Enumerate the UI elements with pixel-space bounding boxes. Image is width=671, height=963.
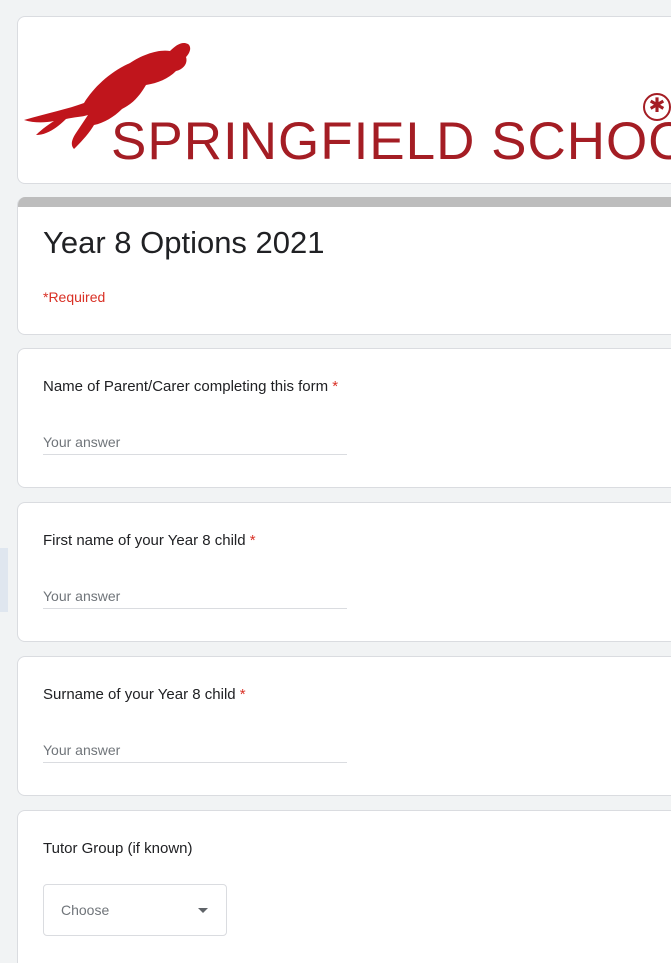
question-label: First name of your Year 8 child * <box>43 532 256 549</box>
child-first-name-input[interactable] <box>43 583 347 609</box>
required-asterisk: * <box>332 378 339 395</box>
question-label: Surname of your Year 8 child * <box>43 686 246 703</box>
required-asterisk: * <box>239 686 246 703</box>
side-accent <box>0 548 8 612</box>
form-page: SPRINGFIELD SCHOOL ✱ Year 8 Options 2021… <box>0 0 671 963</box>
title-card-strip <box>18 197 671 207</box>
required-note: *Required <box>43 289 106 305</box>
question-text: Surname of your Year 8 child <box>43 686 236 703</box>
question-text: Tutor Group (if known) <box>43 840 193 857</box>
child-surname-input[interactable] <box>43 737 347 763</box>
tutor-group-dropdown[interactable]: Choose <box>43 884 227 936</box>
header-banner: SPRINGFIELD SCHOOL ✱ <box>17 16 671 184</box>
question-card-child-surname: Surname of your Year 8 child * <box>17 656 671 796</box>
dropdown-selected-value: Choose <box>61 902 110 918</box>
form-title-card: Year 8 Options 2021 *Required <box>17 197 671 335</box>
question-card-parent-name: Name of Parent/Carer completing this for… <box>17 348 671 488</box>
parent-name-input[interactable] <box>43 429 347 455</box>
question-text: Name of Parent/Carer completing this for… <box>43 378 329 395</box>
form-title: Year 8 Options 2021 <box>43 225 325 260</box>
question-label: Tutor Group (if known) <box>43 840 193 857</box>
asterisk-seal-icon: ✱ <box>643 93 671 121</box>
question-label: Name of Parent/Carer completing this for… <box>43 378 338 395</box>
caret-down-icon <box>198 908 208 913</box>
required-asterisk: * <box>249 532 256 549</box>
question-card-tutor-group: Tutor Group (if known) Choose <box>17 810 671 963</box>
school-name: SPRINGFIELD SCHOOL <box>111 112 671 171</box>
question-card-child-first-name: First name of your Year 8 child * <box>17 502 671 642</box>
question-text: First name of your Year 8 child <box>43 532 246 549</box>
